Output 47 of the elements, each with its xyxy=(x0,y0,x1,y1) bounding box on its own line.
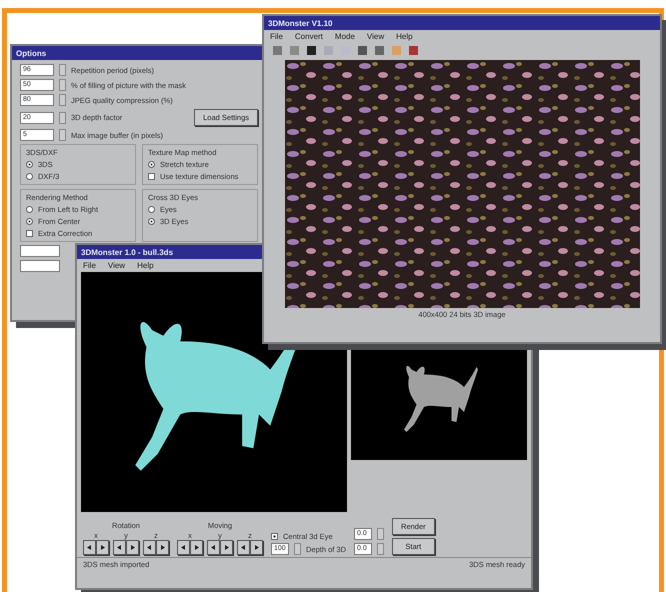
checkbox[interactable] xyxy=(26,230,33,237)
text-field[interactable] xyxy=(20,245,60,257)
text-field[interactable] xyxy=(20,260,60,272)
right-arrow-icon xyxy=(130,545,135,550)
checkbox[interactable] xyxy=(271,533,278,540)
arrow-button[interactable] xyxy=(83,540,96,555)
arrow-button[interactable] xyxy=(207,540,220,555)
arrow-button[interactable] xyxy=(113,540,126,555)
radio-button[interactable] xyxy=(26,218,33,225)
right-arrow-icon xyxy=(100,545,105,550)
right-arrow-icon xyxy=(194,545,199,550)
right-arrow-icon xyxy=(224,545,229,550)
menu-item[interactable]: Mode xyxy=(334,32,355,41)
arrow-button[interactable] xyxy=(126,540,139,555)
radio-button[interactable] xyxy=(148,161,155,168)
arrow-button[interactable] xyxy=(220,540,233,555)
left-arrow-icon xyxy=(117,545,122,550)
menu-item[interactable]: View xyxy=(366,32,384,41)
arrow-button[interactable] xyxy=(96,540,109,555)
left-arrow-icon xyxy=(181,545,186,550)
menu-item[interactable]: Help xyxy=(137,261,154,270)
right-arrow-icon xyxy=(254,545,259,550)
menu-item[interactable]: File xyxy=(270,32,283,41)
radio-button[interactable] xyxy=(148,206,155,213)
radio-button[interactable] xyxy=(26,173,33,180)
arrow-button[interactable] xyxy=(177,540,190,555)
menu-item[interactable]: View xyxy=(108,261,126,270)
arrow-button[interactable] xyxy=(190,540,203,555)
arrow-button[interactable] xyxy=(143,540,156,555)
arrow-button[interactable] xyxy=(250,540,263,555)
left-arrow-icon xyxy=(147,545,152,550)
menu-item[interactable]: File xyxy=(83,261,96,270)
radio-button[interactable] xyxy=(26,161,33,168)
menu-item[interactable]: Help xyxy=(396,32,413,41)
arrow-button[interactable] xyxy=(237,540,250,555)
right-arrow-icon xyxy=(160,545,165,550)
left-arrow-icon xyxy=(241,545,246,550)
toolbar-icon[interactable] xyxy=(357,45,368,56)
left-arrow-icon xyxy=(211,545,216,550)
radio-button[interactable] xyxy=(26,206,33,213)
menu-item[interactable]: Convert xyxy=(294,32,323,41)
checkbox[interactable] xyxy=(148,173,155,180)
toolbar-icon[interactable] xyxy=(306,45,317,56)
window-title: 3DMonster V1.10 xyxy=(264,16,660,30)
left-arrow-icon xyxy=(87,545,92,550)
arrow-button[interactable] xyxy=(156,540,169,555)
radio-button[interactable] xyxy=(148,218,155,225)
